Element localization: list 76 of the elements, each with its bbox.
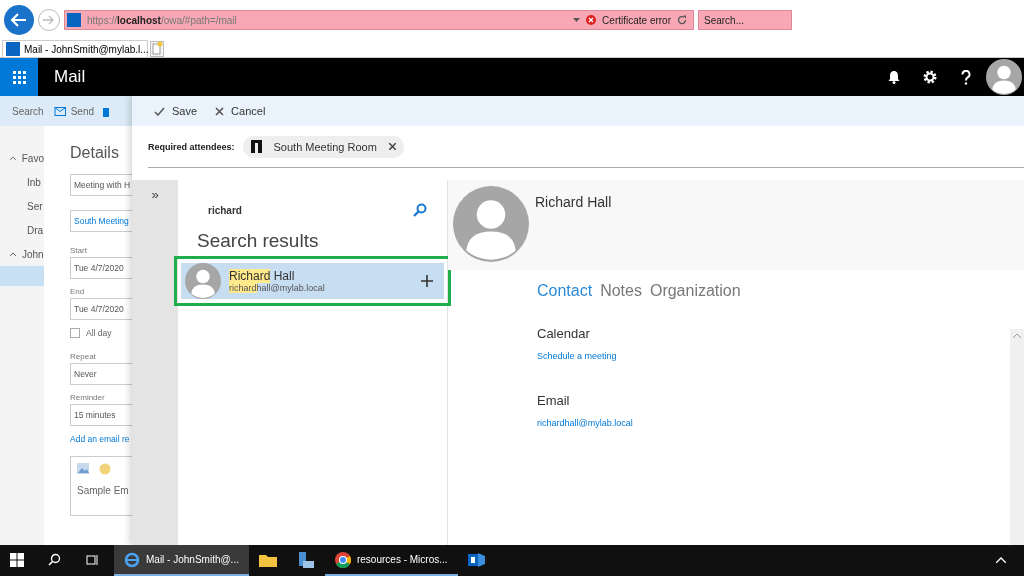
- arrow-left-icon: [11, 13, 27, 27]
- section-heading: Email: [537, 393, 570, 408]
- image-icon: [77, 463, 89, 474]
- search-icon: [48, 553, 61, 566]
- task-view-icon: [86, 553, 99, 566]
- chevron-up-icon: [996, 556, 1006, 563]
- section-link[interactable]: richardhall@mylab.local: [537, 418, 633, 428]
- contact-name: Richard Hall: [229, 269, 296, 283]
- send-label[interactable]: Send: [70, 105, 95, 117]
- search-icon[interactable]: [413, 203, 427, 217]
- app-title: Mail: [54, 67, 87, 87]
- details-heading: Details: [70, 144, 120, 162]
- folder-item[interactable]: Ser: [27, 200, 43, 212]
- app-launcher-button[interactable]: [0, 58, 38, 96]
- field-label: End: [70, 287, 85, 296]
- refresh-icon[interactable]: [677, 15, 687, 25]
- cancel-button[interactable]: Cancel: [215, 105, 266, 117]
- exchange-icon: [467, 550, 486, 569]
- browser-e-icon: [124, 551, 140, 568]
- dropdown-icon: [573, 18, 581, 22]
- server-icon: [296, 550, 315, 569]
- address-bar[interactable]: https://localhost/owa/#path=/mail Certificate error: [64, 10, 694, 30]
- close-icon: [215, 106, 225, 116]
- folder-item[interactable]: Dra: [27, 224, 44, 236]
- bell-icon: [888, 70, 900, 84]
- contact-name: Richard Hall: [535, 194, 612, 210]
- search-field[interactable]: Search...: [698, 10, 792, 30]
- folder-icon: [258, 552, 277, 567]
- contact-avatar: [185, 263, 221, 299]
- folder-group[interactable]: Favo: [21, 152, 44, 164]
- room-icon: [250, 140, 262, 153]
- checkbox[interactable]: [70, 328, 80, 338]
- field-label: Reminder: [70, 393, 105, 402]
- remove-icon[interactable]: [388, 143, 396, 150]
- error-icon: [586, 15, 597, 25]
- arrow-right-icon: [43, 15, 55, 25]
- browser-tab[interactable]: Mail - JohnSmith@mylab.l...: [2, 40, 148, 57]
- contact-tab[interactable]: Contact: [537, 282, 593, 300]
- results-heading: Search results: [197, 230, 320, 252]
- contact-tab[interactable]: Notes: [600, 282, 642, 300]
- editor-text: Sample Em: [77, 485, 129, 496]
- envelope-icon: [51, 106, 66, 116]
- taskbar-app[interactable]: resources - Micros...: [324, 545, 458, 576]
- add-reminder-link[interactable]: Add an email re: [70, 434, 132, 444]
- field-label: Start: [70, 246, 87, 255]
- checkbox-label: All day: [86, 328, 112, 338]
- tab-title: Mail - JohnSmith@mylab.l...: [24, 43, 149, 55]
- scrollbar[interactable]: [1010, 329, 1024, 545]
- taskbar-app[interactable]: Mail - JohnSmith@...: [114, 545, 249, 576]
- save-button[interactable]: Save: [154, 105, 198, 117]
- windows-icon: [10, 552, 24, 567]
- plus-icon: [421, 275, 433, 287]
- search-label[interactable]: Search: [12, 105, 44, 117]
- chrome-icon: [334, 551, 351, 568]
- question-mark-icon: [961, 69, 971, 85]
- folder-group[interactable]: John: [22, 248, 44, 260]
- settings-icon: [923, 70, 937, 84]
- field-label: Repeat: [70, 352, 96, 361]
- search-result[interactable]: Richard Hall richardhall@mylab.local: [181, 263, 444, 299]
- user-avatar: [986, 59, 1022, 95]
- folder-item[interactable]: Inb: [27, 176, 41, 188]
- attendees-label: Required attendees:: [148, 141, 235, 152]
- add-button[interactable]: [418, 272, 436, 290]
- certificate-error[interactable]: Certificate error: [602, 14, 671, 26]
- section-heading: Calendar: [537, 326, 590, 341]
- attendee-chip[interactable]: South Meeting Room: [242, 135, 404, 158]
- chevron-up-icon: [1013, 333, 1021, 338]
- checkmark-icon: [154, 106, 165, 116]
- contact-tab[interactable]: Organization: [649, 282, 741, 300]
- contact-email: richardhall@mylab.local: [229, 283, 326, 293]
- back-button[interactable]: [4, 5, 34, 35]
- grid-icon: [12, 70, 26, 84]
- section-link[interactable]: Schedule a meeting: [537, 351, 617, 361]
- trash-icon: [102, 105, 111, 117]
- expand-button[interactable]: »: [151, 186, 159, 202]
- smiley-icon: [99, 463, 111, 475]
